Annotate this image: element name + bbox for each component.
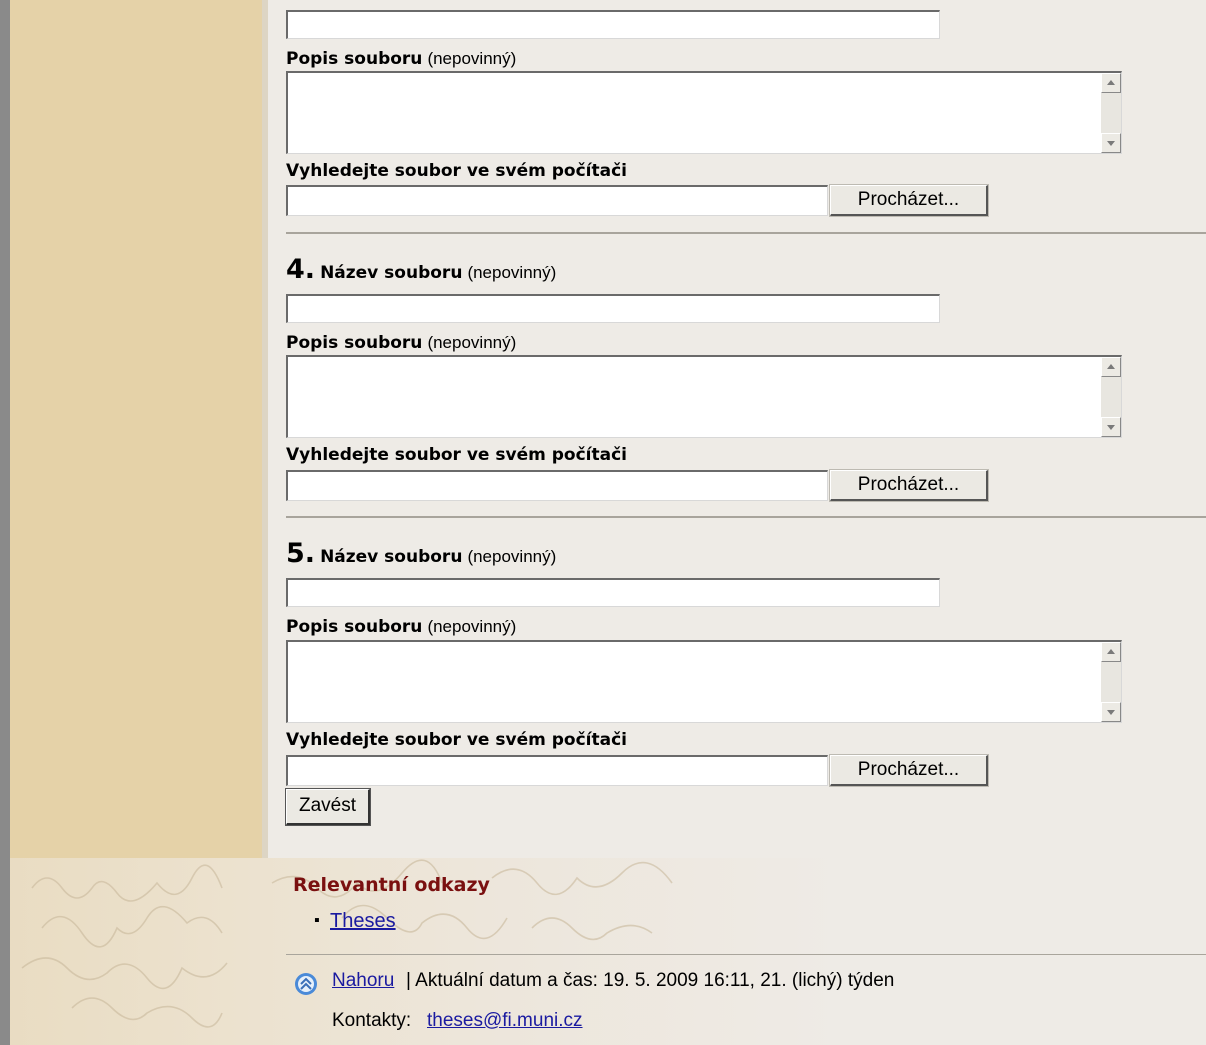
section-4-name-input[interactable]: [286, 294, 940, 323]
current-datetime: | Aktuální datum a čas: 19. 5. 2009 16:1…: [406, 970, 895, 991]
section-divider: [286, 516, 1206, 518]
section-3-name-input[interactable]: [286, 10, 940, 39]
section-5-name-label: 5. Název souboru (nepovinný): [286, 538, 557, 569]
scroll-up-icon[interactable]: [1101, 73, 1121, 93]
footer: [0, 858, 1206, 1045]
section-5-name-input[interactable]: [286, 578, 940, 607]
textarea-scrollbar[interactable]: [1101, 73, 1121, 153]
section-3-browse-button[interactable]: Procházet...: [829, 184, 989, 217]
scroll-up-icon[interactable]: [1101, 642, 1121, 662]
related-links-title: Relevantní odkazy: [293, 874, 490, 896]
sidebar: [10, 0, 262, 858]
section-4-file-input[interactable]: [286, 470, 828, 501]
section-5-browse-button[interactable]: Procházet...: [829, 754, 989, 787]
scroll-down-icon[interactable]: [1101, 702, 1121, 722]
contact-email-link[interactable]: theses@fi.muni.cz: [427, 1010, 583, 1032]
section-5-desc-label: Popis souboru (nepovinný): [286, 617, 517, 637]
section-3-file-label: Vyhledejte soubor ve svém počítači: [286, 161, 627, 181]
section-4-browse-button[interactable]: Procházet...: [829, 469, 989, 502]
section-4-desc-textarea[interactable]: [286, 355, 1122, 438]
scroll-down-icon[interactable]: [1101, 133, 1121, 153]
textarea-scrollbar[interactable]: [1101, 357, 1121, 437]
section-4-file-label: Vyhledejte soubor ve svém počítači: [286, 445, 627, 465]
scroll-down-icon[interactable]: [1101, 417, 1121, 437]
section-3-desc-textarea[interactable]: [286, 71, 1122, 154]
contacts-label: Kontakty:: [332, 1010, 412, 1031]
section-4-desc-label: Popis souboru (nepovinný): [286, 333, 517, 353]
window-left-border: [0, 858, 10, 1045]
textarea-scrollbar[interactable]: [1101, 642, 1121, 722]
section-divider: [286, 232, 1206, 234]
section-4-name-label: 4. Název souboru (nepovinný): [286, 254, 557, 285]
submit-button[interactable]: Zavést: [285, 788, 371, 826]
theses-link[interactable]: Theses: [330, 910, 396, 933]
bullet-icon: ▪: [314, 912, 320, 929]
section-5-file-input[interactable]: [286, 755, 828, 786]
section-5-file-label: Vyhledejte soubor ve svém počítači: [286, 730, 627, 750]
scroll-up-icon[interactable]: [1101, 357, 1121, 377]
section-3-desc-label: Popis souboru (nepovinný): [286, 49, 517, 69]
back-to-top-icon[interactable]: [294, 972, 318, 996]
footer-divider: [286, 954, 1206, 955]
section-3-file-input[interactable]: [286, 185, 828, 216]
section-5-desc-textarea[interactable]: [286, 640, 1122, 723]
back-to-top-link[interactable]: Nahoru: [332, 970, 394, 992]
